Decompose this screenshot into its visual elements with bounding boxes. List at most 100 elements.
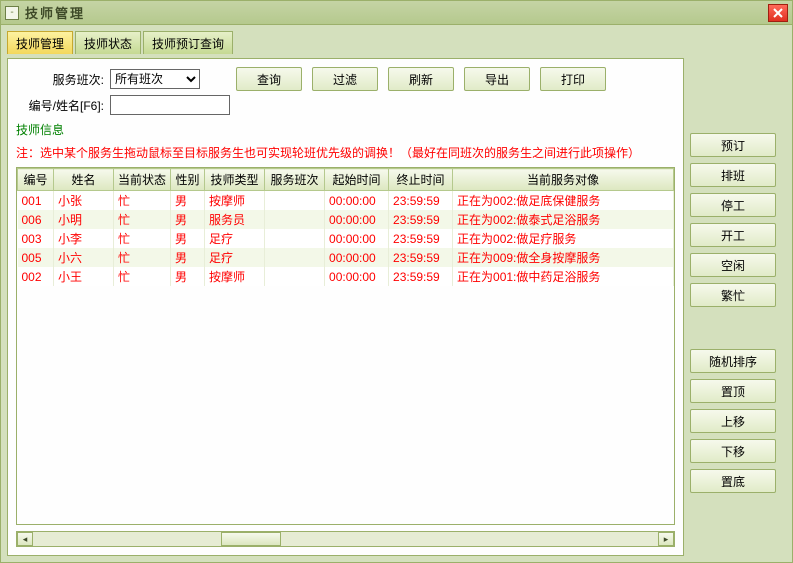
cell-state: 忙: [114, 210, 171, 229]
content-row: 服务班次: 所有班次 查询 过滤 刷新 导出 打印: [7, 58, 786, 556]
cell-type: 按摩师: [205, 267, 265, 286]
col-header-type[interactable]: 技师类型: [205, 169, 265, 191]
cell-id: 003: [18, 229, 54, 248]
client-area: 技师管理技师状态技师预订查询 服务班次: 所有班次 查询 过滤 刷新: [1, 25, 792, 562]
cell-gender: 男: [171, 248, 205, 267]
cell-shift: [265, 210, 325, 229]
cell-target: 正在为001:做中药足浴服务: [453, 267, 674, 286]
start-button[interactable]: 开工: [690, 223, 776, 247]
note-text: 注：选中某个服务生拖动鼠标至目标服务生也可实现轮班优先级的调换！（最好在同班次的…: [16, 144, 675, 161]
export-button[interactable]: 导出: [464, 67, 530, 91]
side-panel: 预订排班停工开工空闲繁忙随机排序置顶上移下移置底: [690, 58, 786, 556]
technician-table: 编号 姓名 当前状态 性别 技师类型 服务班次 起始时间 终止时间 当前服务对像: [17, 168, 674, 286]
cell-end: 23:59:59: [389, 229, 453, 248]
col-header-target[interactable]: 当前服务对像: [453, 169, 674, 191]
cell-name: 小张: [54, 191, 114, 211]
up-button[interactable]: 上移: [690, 409, 776, 433]
cell-start: 00:00:00: [325, 248, 389, 267]
cell-start: 00:00:00: [325, 229, 389, 248]
cell-state: 忙: [114, 248, 171, 267]
top-button[interactable]: 置顶: [690, 379, 776, 403]
cell-end: 23:59:59: [389, 248, 453, 267]
cell-target: 正在为009:做全身按摩服务: [453, 248, 674, 267]
cell-name: 小六: [54, 248, 114, 267]
chevron-right-icon: ▸: [664, 534, 669, 545]
cell-state: 忙: [114, 191, 171, 211]
cell-type: 按摩师: [205, 191, 265, 211]
cell-shift: [265, 191, 325, 211]
form-row-shift: 服务班次: 所有班次 查询 过滤 刷新 导出 打印: [16, 67, 675, 91]
col-header-name[interactable]: 姓名: [54, 169, 114, 191]
cell-start: 00:00:00: [325, 191, 389, 211]
filter-button[interactable]: 过滤: [312, 67, 378, 91]
group-label: 技师信息: [16, 121, 675, 138]
bottom-button[interactable]: 置底: [690, 469, 776, 493]
table-row[interactable]: 002小王忙男按摩师00:00:0023:59:59正在为001:做中药足浴服务: [18, 267, 674, 286]
cell-gender: 男: [171, 210, 205, 229]
cell-target: 正在为002:做足疗服务: [453, 229, 674, 248]
col-header-start[interactable]: 起始时间: [325, 169, 389, 191]
form-row-idname: 编号/姓名[F6]:: [16, 95, 675, 115]
col-header-gender[interactable]: 性别: [171, 169, 205, 191]
table-row[interactable]: 005小六忙男足疗00:00:0023:59:59正在为009:做全身按摩服务: [18, 248, 674, 267]
cell-gender: 男: [171, 191, 205, 211]
cell-id: 001: [18, 191, 54, 211]
cell-state: 忙: [114, 229, 171, 248]
cell-end: 23:59:59: [389, 191, 453, 211]
shift-select[interactable]: 所有班次: [110, 69, 200, 89]
busy-button[interactable]: 繁忙: [690, 283, 776, 307]
table-wrap[interactable]: 编号 姓名 当前状态 性别 技师类型 服务班次 起始时间 终止时间 当前服务对像: [16, 167, 675, 525]
random-button[interactable]: 随机排序: [690, 349, 776, 373]
tab-0[interactable]: 技师管理: [7, 31, 73, 54]
minimize-icon[interactable]: -: [5, 6, 19, 20]
col-header-end[interactable]: 终止时间: [389, 169, 453, 191]
query-button[interactable]: 查询: [236, 67, 302, 91]
down-button[interactable]: 下移: [690, 439, 776, 463]
print-button[interactable]: 打印: [540, 67, 606, 91]
col-header-id[interactable]: 编号: [18, 169, 54, 191]
col-header-shift[interactable]: 服务班次: [265, 169, 325, 191]
idle-button[interactable]: 空闲: [690, 253, 776, 277]
cell-start: 00:00:00: [325, 267, 389, 286]
chevron-left-icon: ◂: [23, 534, 28, 545]
scroll-track[interactable]: [33, 532, 658, 546]
close-icon: [773, 8, 783, 18]
refresh-button[interactable]: 刷新: [388, 67, 454, 91]
cell-start: 00:00:00: [325, 210, 389, 229]
cell-gender: 男: [171, 229, 205, 248]
cell-type: 服务员: [205, 210, 265, 229]
form-area: 服务班次: 所有班次 查询 过滤 刷新 导出 打印: [16, 67, 675, 115]
title-left: - 技师管理: [5, 3, 85, 22]
cell-type: 足疗: [205, 229, 265, 248]
reserve-button[interactable]: 预订: [690, 133, 776, 157]
scroll-left-button[interactable]: ◂: [17, 532, 33, 546]
main-panel: 服务班次: 所有班次 查询 过滤 刷新 导出 打印: [7, 58, 684, 556]
table-header-row: 编号 姓名 当前状态 性别 技师类型 服务班次 起始时间 终止时间 当前服务对像: [18, 169, 674, 191]
idname-label: 编号/姓名[F6]:: [16, 97, 104, 114]
horizontal-scrollbar[interactable]: ◂ ▸: [16, 531, 675, 547]
toolbar-buttons: 查询 过滤 刷新 导出 打印: [236, 67, 606, 91]
cell-state: 忙: [114, 267, 171, 286]
titlebar[interactable]: - 技师管理: [1, 1, 792, 25]
table-row[interactable]: 001小张忙男按摩师 00:00:0023:59:59正在为002:做足底保健服务: [18, 191, 674, 211]
cell-name: 小明: [54, 210, 114, 229]
side-spacer: [690, 313, 786, 343]
cell-id: 002: [18, 267, 54, 286]
table-row[interactable]: 003小李忙男足疗00:00:0023:59:59正在为002:做足疗服务: [18, 229, 674, 248]
tab-1[interactable]: 技师状态: [75, 31, 141, 54]
cell-target: 正在为002:做足底保健服务: [453, 191, 674, 211]
stop-button[interactable]: 停工: [690, 193, 776, 217]
scroll-thumb[interactable]: [221, 532, 281, 546]
cell-end: 23:59:59: [389, 210, 453, 229]
tabstrip: 技师管理技师状态技师预订查询: [7, 31, 786, 54]
col-header-state[interactable]: 当前状态: [114, 169, 171, 191]
schedule-button[interactable]: 排班: [690, 163, 776, 187]
tab-2[interactable]: 技师预订查询: [143, 31, 233, 54]
cell-shift: [265, 248, 325, 267]
scroll-right-button[interactable]: ▸: [658, 532, 674, 546]
table-row[interactable]: 006小明忙男服务员00:00:0023:59:59正在为002:做泰式足浴服务: [18, 210, 674, 229]
idname-input[interactable]: [110, 95, 230, 115]
close-button[interactable]: [768, 4, 788, 22]
cell-name: 小王: [54, 267, 114, 286]
shift-label: 服务班次:: [16, 71, 104, 88]
